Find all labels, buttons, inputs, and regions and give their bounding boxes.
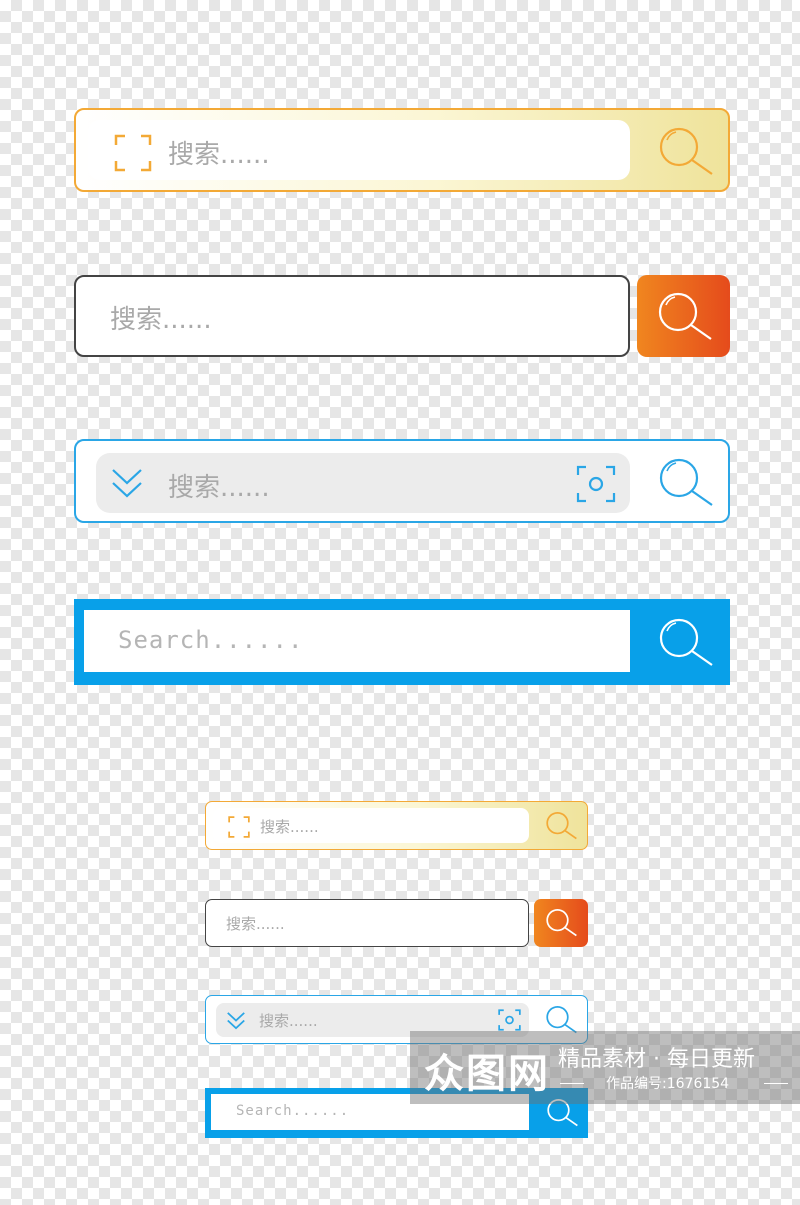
search-bar-outline-small: 搜索...... (205, 899, 529, 947)
camera-scan-icon[interactable] (576, 465, 616, 503)
search-input[interactable]: 搜索...... (88, 120, 630, 180)
watermark-banner: 众图网 精品素材 · 每日更新 作品编号:1676154 (410, 1031, 800, 1104)
search-placeholder: 搜索...... (168, 473, 270, 503)
search-icon[interactable] (654, 124, 718, 180)
search-placeholder: Search...... (118, 626, 304, 654)
search-icon[interactable] (654, 615, 718, 671)
search-placeholder: 搜索...... (260, 818, 319, 836)
double-chevron-down-icon[interactable] (110, 467, 144, 499)
search-icon (543, 907, 580, 939)
search-bar-yellow: 搜索...... (74, 108, 730, 192)
camera-scan-icon[interactable] (498, 1009, 521, 1031)
double-chevron-down-icon[interactable] (226, 1011, 246, 1030)
search-input[interactable]: 搜索...... (226, 913, 285, 934)
search-button-orange[interactable] (637, 275, 730, 357)
search-input[interactable]: 搜索...... (96, 453, 630, 513)
divider-right (764, 1083, 788, 1084)
search-bar-blue-outline: 搜索...... (74, 439, 730, 523)
search-input[interactable]: Search...... (84, 610, 630, 672)
search-bar-solid-blue: Search...... (74, 599, 730, 685)
search-input[interactable]: 搜索...... (110, 299, 212, 336)
search-icon[interactable] (543, 810, 580, 842)
search-button-orange-small[interactable] (534, 899, 588, 947)
scan-frame-icon[interactable] (228, 816, 250, 838)
search-bar-outline: 搜索...... (74, 275, 630, 357)
search-input[interactable]: 搜索...... (213, 808, 529, 843)
search-icon[interactable] (654, 455, 718, 511)
search-placeholder: 搜索...... (168, 140, 270, 170)
scan-frame-icon[interactable] (114, 134, 152, 172)
watermark-work-id: 作品编号:1676154 (606, 1076, 730, 1092)
search-placeholder: 搜索...... (259, 1012, 318, 1030)
watermark-slogan: 精品素材 · 每日更新 (558, 1047, 755, 1072)
search-placeholder: Search...... (236, 1103, 350, 1119)
divider-left (560, 1083, 584, 1084)
search-bar-yellow-small: 搜索...... (205, 801, 588, 850)
search-icon (653, 289, 717, 345)
watermark-logo: 众图网 (424, 1051, 550, 1097)
